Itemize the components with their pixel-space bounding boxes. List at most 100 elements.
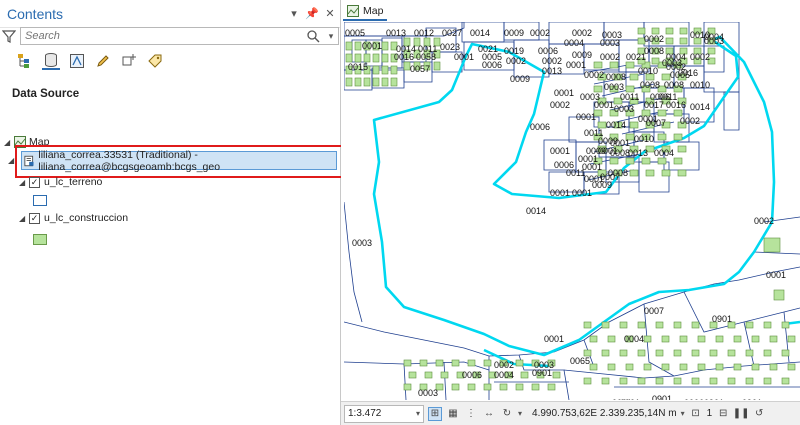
- filter-icon[interactable]: [2, 29, 16, 43]
- building-footprint: [390, 77, 398, 87]
- layer-item-u-lc-construccion[interactable]: ◢ ✓ u_lc_construccion: [19, 210, 128, 226]
- parcel-label: 0003: [600, 38, 620, 48]
- parcel-label: 0002: [584, 70, 604, 80]
- contents-titlebar: Contents ▾ 📌 ✕: [0, 0, 340, 28]
- search-box[interactable]: ▾: [20, 27, 339, 45]
- building-footprint: [679, 363, 688, 371]
- snapping-icon[interactable]: ⋮: [464, 407, 478, 421]
- building-footprint: [715, 335, 724, 343]
- table-icon[interactable]: ⊟: [716, 407, 730, 421]
- building-footprint: [651, 57, 660, 65]
- navigate-icon[interactable]: ⊞: [428, 406, 442, 421]
- building-footprint: [345, 41, 353, 51]
- parcel-label: 0002: [506, 56, 526, 66]
- building-footprint: [733, 363, 742, 371]
- search-input[interactable]: [25, 30, 306, 42]
- parcel-label: 0001: [554, 88, 574, 98]
- layer-visibility-checkbox[interactable]: ✓: [29, 212, 40, 224]
- search-row: ▾: [2, 26, 339, 46]
- contents-title: Contents: [7, 5, 64, 22]
- building-footprint: [769, 335, 778, 343]
- building-footprint: [787, 363, 796, 371]
- polygon-symbol-icon[interactable]: [33, 233, 47, 245]
- chevron-down-icon[interactable]: ▾: [518, 409, 522, 418]
- parcel-label: 0901: [532, 368, 552, 378]
- building-footprint: [589, 335, 598, 343]
- chevron-down-icon[interactable]: ▾: [681, 409, 685, 418]
- layer-visibility-checkbox[interactable]: ✓: [29, 176, 40, 188]
- parcel-label: 0002: [542, 56, 562, 66]
- building-footprint: [629, 73, 639, 81]
- building-footprint: [424, 371, 433, 379]
- building-footprint: [697, 335, 706, 343]
- building-footprint: [372, 65, 380, 75]
- parcel-label: 0001: [766, 270, 786, 280]
- constraints-icon[interactable]: ↔: [482, 407, 496, 421]
- collapse-arrow-icon[interactable]: ◢: [4, 138, 14, 147]
- rotate-icon[interactable]: ↺: [752, 407, 766, 421]
- selection-info-icon[interactable]: ⊡: [689, 407, 703, 421]
- building-footprint: [547, 383, 556, 391]
- collapse-arrow-icon[interactable]: ◢: [19, 178, 29, 187]
- building-footprint: [381, 41, 389, 51]
- map-canvas[interactable]: 0005 0013 0012 0027 0014 0009 0002 0002 0003 0001…: [344, 22, 800, 400]
- dropdown-icon[interactable]: ▾: [286, 7, 302, 20]
- list-by-data-source-icon[interactable]: [42, 52, 60, 70]
- parcel-label: 0003: [704, 36, 724, 46]
- pin-icon[interactable]: 📌: [304, 7, 320, 20]
- building-footprint: [625, 157, 635, 165]
- parcel-label: 0058: [416, 52, 436, 62]
- building-footprint: [643, 363, 652, 371]
- data-source-item[interactable]: ◢ liliana_correa.33531 (Traditional) - l…: [8, 149, 337, 173]
- collapse-arrow-icon[interactable]: ◢: [8, 156, 18, 165]
- parcel-label: 0002: [680, 116, 700, 126]
- list-by-snapping-icon[interactable]: [120, 52, 138, 70]
- tab-map[interactable]: Map: [343, 3, 388, 21]
- map-drawing[interactable]: 0005 0013 0012 0027 0014 0009 0002 0002 00030001…: [344, 22, 800, 400]
- parcel-label: 0014: [606, 120, 626, 130]
- list-by-selection-icon[interactable]: [68, 52, 86, 70]
- building-footprint: [451, 359, 460, 367]
- building-footprint: [751, 335, 760, 343]
- close-icon[interactable]: ✕: [322, 7, 338, 20]
- pause-icon[interactable]: ❚❚: [733, 407, 750, 421]
- list-by-labeling-icon[interactable]: [146, 52, 164, 70]
- layer-symbol-u-lc-terreno[interactable]: [33, 192, 47, 208]
- chevron-down-icon[interactable]: ▾: [416, 409, 420, 418]
- scale-selector[interactable]: 1:3.472 ▾: [344, 404, 424, 423]
- layer-label: u_lc_construccion: [44, 212, 129, 224]
- building-footprint: [363, 77, 371, 87]
- collapse-arrow-icon[interactable]: ◢: [19, 214, 29, 223]
- parcel-label: 0057: [410, 64, 430, 74]
- zone-boundaries: [372, 35, 800, 368]
- building-footprint: [763, 237, 781, 253]
- parcel-label: 0010: [690, 80, 710, 90]
- parcel-label: 0008: [644, 46, 664, 56]
- search-options-icon[interactable]: ▾: [324, 31, 338, 42]
- parcel-label: 0002: [530, 28, 550, 38]
- layer-symbol-u-lc-construccion[interactable]: [33, 231, 47, 247]
- parcel-label: 0003: [352, 238, 372, 248]
- parcel-label: 0016: [678, 68, 698, 78]
- list-by-drawing-order-icon[interactable]: [16, 52, 34, 70]
- parcel-label: 0002: [550, 100, 570, 110]
- building-footprint: [619, 377, 628, 385]
- building-footprint: [440, 371, 449, 379]
- building-footprint: [381, 53, 389, 63]
- building-footprint: [673, 349, 682, 357]
- parcel-label: 0007: [644, 306, 664, 316]
- building-footprint: [609, 61, 619, 69]
- list-by-editing-icon[interactable]: [94, 52, 112, 70]
- parcel-labels: 0005 0013 0012 0027 0014 0009 0002 0002 00030001…: [345, 28, 786, 400]
- layer-item-u-lc-terreno[interactable]: ◢ ✓ u_lc_terreno: [19, 174, 102, 190]
- building-footprint: [381, 65, 389, 75]
- parcel-label: 0011: [566, 168, 585, 178]
- building-footprint: [419, 359, 428, 367]
- polygon-symbol-icon[interactable]: [33, 194, 47, 206]
- parcel-label: 0027: [442, 28, 462, 38]
- building-footprint: [515, 359, 524, 367]
- refresh-icon[interactable]: ↻: [500, 407, 514, 421]
- grid-icon[interactable]: ▦: [446, 407, 460, 421]
- building-footprint: [619, 349, 628, 357]
- search-icon[interactable]: [306, 29, 320, 43]
